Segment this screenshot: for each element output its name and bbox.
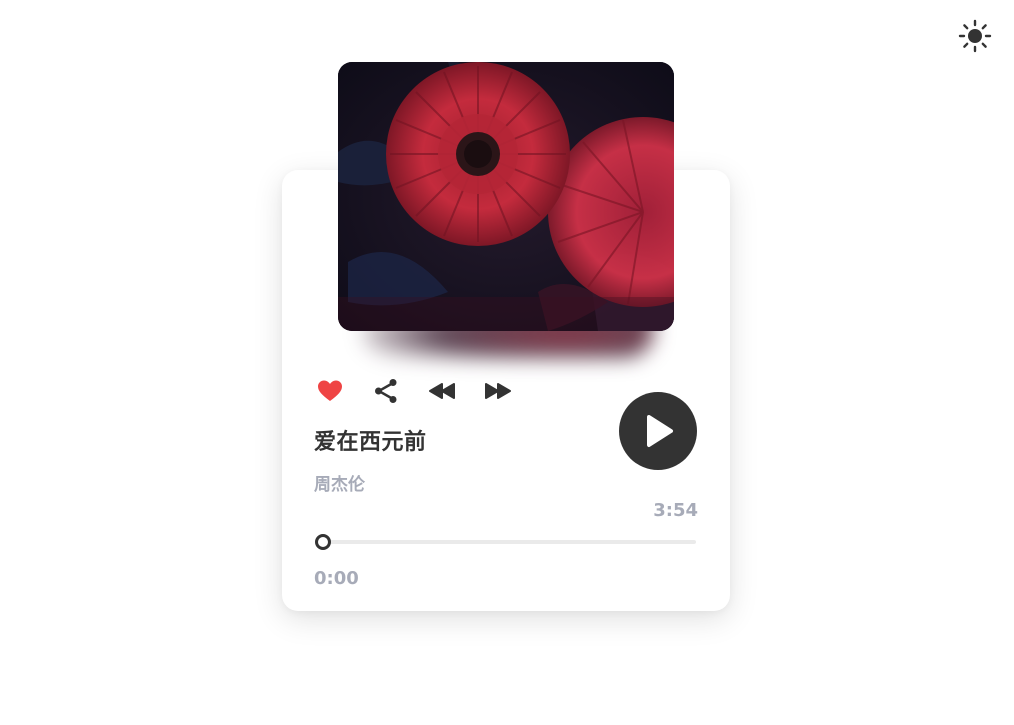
share-button[interactable] [370,375,402,407]
song-artist: 周杰伦 [314,475,365,495]
like-button[interactable] [314,375,346,407]
sun-icon [958,19,992,53]
heart-icon [318,380,342,401]
theme-toggle-button[interactable] [957,18,993,54]
play-icon [647,415,673,447]
player-actions [314,375,538,407]
rewind-icon [429,383,455,399]
play-button[interactable] [619,392,697,470]
next-button[interactable] [482,375,514,407]
previous-button[interactable] [426,375,458,407]
progress-bar[interactable] [316,540,696,544]
song-duration: 3:54 [653,500,698,521]
current-time: 0:00 [314,568,359,589]
share-icon [375,379,397,403]
fast-forward-icon [485,383,511,399]
album-cover-image [338,62,674,331]
progress-thumb[interactable] [315,534,331,550]
song-title: 爱在西元前 [314,430,427,455]
